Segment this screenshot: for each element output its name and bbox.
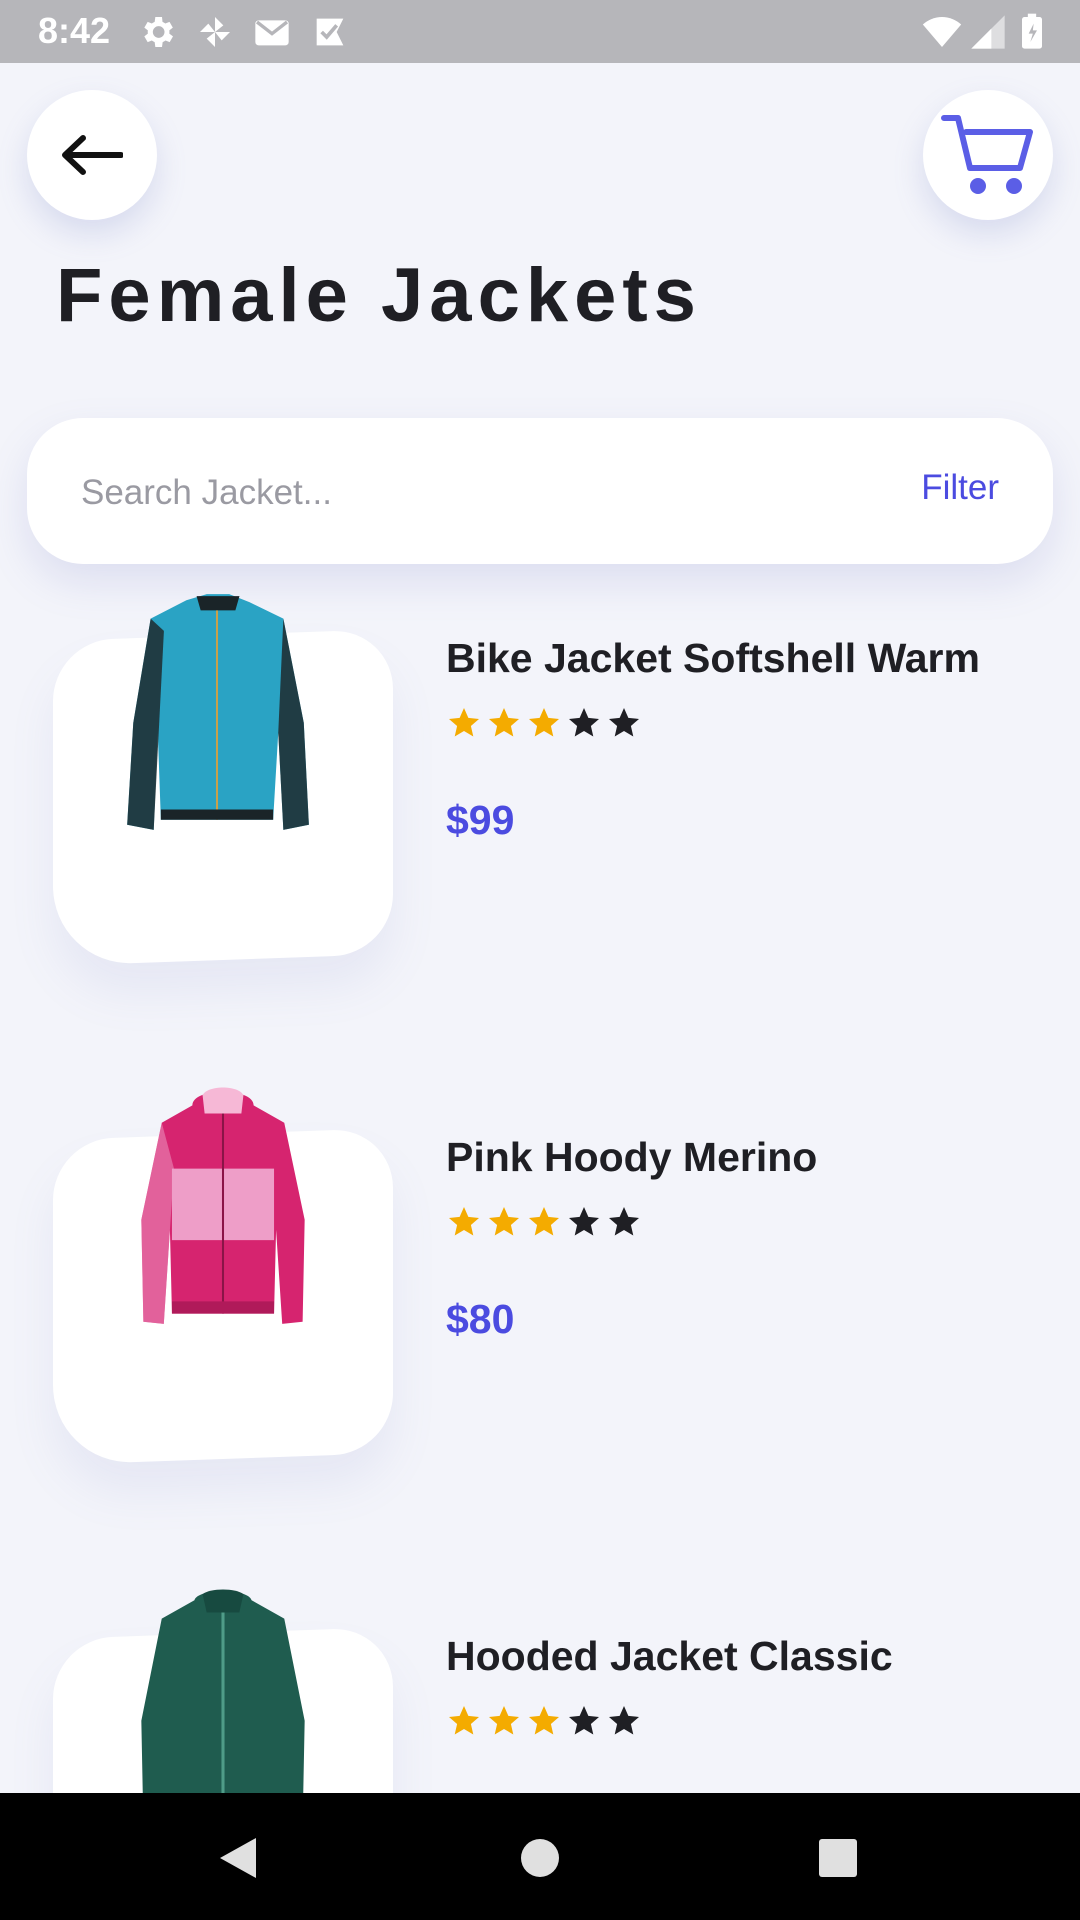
cart-button[interactable] xyxy=(923,90,1053,220)
rating-stars xyxy=(446,1703,642,1739)
recents-nav-button[interactable] xyxy=(808,1828,868,1888)
settings-icon xyxy=(144,17,173,47)
product-item[interactable]: Pink Hoody Merino $80 xyxy=(0,1084,1080,1504)
wifi-icon xyxy=(922,17,962,47)
star-filled-icon xyxy=(489,1207,519,1236)
navigation-bar xyxy=(0,1793,1080,1920)
back-button[interactable] xyxy=(27,90,157,220)
pinwheel-icon xyxy=(200,17,230,47)
rating-stars xyxy=(446,705,642,741)
status-time: 8:42 xyxy=(38,10,111,51)
product-item[interactable]: Hooded Jacket Classic xyxy=(0,1583,1080,1793)
product-name: Bike Jacket Softshell Warm xyxy=(446,635,980,681)
back-nav-button[interactable] xyxy=(208,1828,268,1888)
status-bar: 8:42 xyxy=(0,0,1080,63)
star-empty-icon xyxy=(569,708,599,737)
gmail-icon xyxy=(255,20,289,46)
back-nav-icon xyxy=(220,1838,256,1878)
recents-nav-icon xyxy=(819,1839,857,1877)
star-empty-icon xyxy=(609,1207,639,1236)
star-filled-icon xyxy=(489,1706,519,1735)
home-nav-button[interactable] xyxy=(510,1828,570,1888)
home-nav-icon xyxy=(521,1839,559,1877)
rating-stars xyxy=(446,1204,642,1240)
star-filled-icon xyxy=(489,708,519,737)
star-empty-icon xyxy=(609,708,639,737)
cart-icon xyxy=(941,115,1033,194)
star-empty-icon xyxy=(569,1207,599,1236)
check-icon xyxy=(316,18,344,46)
product-price: $80 xyxy=(446,1296,515,1342)
pink-hoody-image xyxy=(141,1087,305,1324)
star-filled-icon xyxy=(529,708,559,737)
star-filled-icon xyxy=(449,708,479,737)
arrow-left-icon xyxy=(62,135,123,175)
blue-jacket-image xyxy=(127,594,309,830)
star-filled-icon xyxy=(449,1706,479,1735)
star-empty-icon xyxy=(569,1706,599,1735)
search-input[interactable] xyxy=(79,466,843,520)
product-item[interactable]: Bike Jacket Softshell Warm $99 xyxy=(0,585,1080,1005)
green-jacket-image xyxy=(141,1589,305,1793)
page-title: Female Jackets xyxy=(56,253,702,338)
search-bar: Filter xyxy=(27,418,1053,564)
product-price: $99 xyxy=(446,797,515,843)
star-filled-icon xyxy=(529,1706,559,1735)
star-empty-icon xyxy=(609,1706,639,1735)
star-filled-icon xyxy=(449,1207,479,1236)
battery-icon xyxy=(1022,13,1042,49)
signal-icon xyxy=(971,15,1005,49)
product-name: Hooded Jacket Classic xyxy=(446,1633,893,1679)
filter-button[interactable]: Filter xyxy=(921,468,999,508)
product-name: Pink Hoody Merino xyxy=(446,1134,818,1180)
star-filled-icon xyxy=(529,1207,559,1236)
